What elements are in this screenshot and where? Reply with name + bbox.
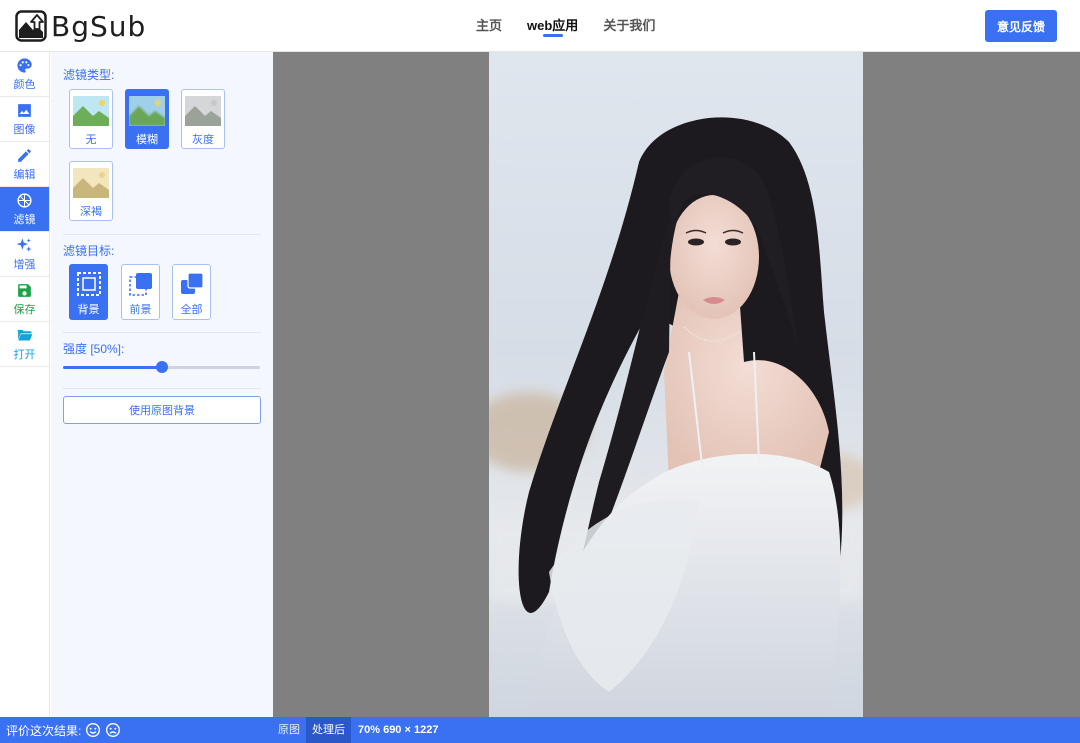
aperture-icon <box>17 192 32 208</box>
target-label: 全部 <box>180 304 203 316</box>
sidebar-item-label: 打开 <box>13 348 36 361</box>
filter-target-title: 滤镜目标: <box>63 244 115 258</box>
main-nav: 主页 web应用 关于我们 <box>476 0 680 52</box>
filter-panel: 滤镜类型: 无 模糊 灰度 深褐 滤镜目标: 背景 前景 全部 强度 [50%]… <box>51 52 273 717</box>
rating-area: 评价这次结果: <box>6 717 121 743</box>
strength-label: 强度 [50%]: <box>63 342 125 356</box>
filter-label: 无 <box>85 134 97 146</box>
sidebar-item-label: 颜色 <box>13 78 36 91</box>
sidebar-item-label: 保存 <box>13 303 36 316</box>
sidebar-item-label: 图像 <box>13 123 36 136</box>
tab-original[interactable]: 原图 <box>272 717 306 743</box>
target-background-button[interactable]: 背景 <box>69 264 108 320</box>
target-all-button[interactable]: 全部 <box>172 264 211 320</box>
nav-about-us[interactable]: 关于我们 <box>603 0 655 52</box>
zoom-info: 70% 690 × 1227 <box>358 724 439 736</box>
landscape-blur-icon <box>129 96 165 126</box>
smile-icon[interactable] <box>85 722 101 738</box>
palette-icon <box>17 57 32 73</box>
landscape-grayscale-icon <box>185 96 221 126</box>
filter-type-title: 滤镜类型: <box>63 68 115 82</box>
sidebar-item-label: 增强 <box>13 258 36 271</box>
sidebar-item-enhance[interactable]: 增强 <box>0 232 49 277</box>
foreground-target-icon <box>128 273 152 296</box>
filter-grayscale-button[interactable]: 灰度 <box>181 89 225 149</box>
image-canvas[interactable] <box>273 52 1080 717</box>
floppy-disk-icon <box>18 283 31 297</box>
nav-web-app[interactable]: web应用 <box>527 0 578 52</box>
divider <box>63 332 261 333</box>
pencil-icon <box>18 148 31 162</box>
sidebar-item-edit[interactable]: 编辑 <box>0 142 49 187</box>
strength-slider-thumb[interactable] <box>155 361 168 373</box>
background-target-icon <box>76 272 101 296</box>
strength-slider-fill <box>63 366 162 369</box>
logo-mark-icon <box>15 10 47 42</box>
sidebar-item-color[interactable]: 颜色 <box>0 52 49 97</box>
sparkles-icon <box>16 237 32 252</box>
image-icon <box>18 103 31 117</box>
landscape-none-icon <box>73 96 109 126</box>
folder-open-icon <box>17 329 33 340</box>
target-label: 背景 <box>77 304 100 316</box>
top-header: BgSub 主页 web应用 关于我们 意见反馈 <box>0 0 1080 52</box>
filter-blur-button[interactable]: 模糊 <box>125 89 169 149</box>
view-tabs: 原图 处理后 <box>272 717 351 743</box>
divider <box>63 234 261 235</box>
use-original-background-button[interactable]: 使用原图背景 <box>63 396 261 424</box>
filter-label: 深褐 <box>80 206 102 218</box>
sidebar-item-label: 滤镜 <box>13 213 36 226</box>
filter-none-button[interactable]: 无 <box>69 89 113 149</box>
frown-icon[interactable] <box>105 722 121 738</box>
tab-processed[interactable]: 处理后 <box>306 717 351 743</box>
nav-home[interactable]: 主页 <box>476 0 502 52</box>
status-bar: 评价这次结果: 原图 处理后 70% 690 × 1227 <box>0 717 1080 743</box>
sidebar-item-label: 编辑 <box>13 168 36 181</box>
processed-photo <box>489 52 863 717</box>
target-label: 前景 <box>129 304 152 316</box>
strength-slider[interactable] <box>63 361 260 373</box>
target-foreground-button[interactable]: 前景 <box>121 264 160 320</box>
sidebar-item-filter[interactable]: 滤镜 <box>0 187 49 232</box>
divider <box>63 388 261 389</box>
logo-text: BgSub <box>51 9 147 43</box>
filter-label: 灰度 <box>192 134 214 146</box>
filter-sepia-button[interactable]: 深褐 <box>69 161 113 221</box>
sidebar-item-open[interactable]: 打开 <box>0 322 49 367</box>
feedback-button[interactable]: 意见反馈 <box>985 10 1057 42</box>
landscape-sepia-icon <box>73 168 109 198</box>
tool-sidebar: 颜色 图像 编辑 滤镜 增强 保存 打开 <box>0 52 50 717</box>
rate-label: 评价这次结果: <box>6 723 82 738</box>
all-target-icon <box>180 272 204 294</box>
filter-label: 模糊 <box>136 134 158 146</box>
sidebar-item-save[interactable]: 保存 <box>0 277 49 322</box>
sidebar-item-image[interactable]: 图像 <box>0 97 49 142</box>
logo[interactable]: BgSub <box>15 9 146 43</box>
